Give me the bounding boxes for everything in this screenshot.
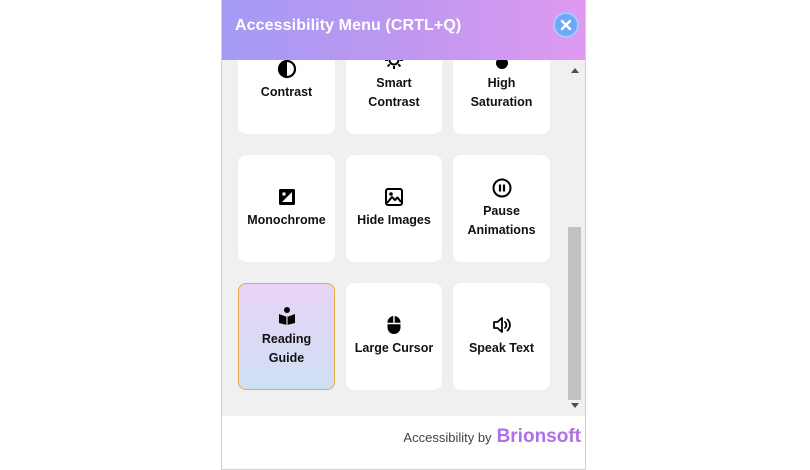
tile-label: Smart Contrast — [368, 75, 420, 109]
footer-credit: Accessibility by Brionsoft — [403, 426, 581, 448]
brand-link[interactable]: Brionsoft — [497, 426, 581, 448]
tile-label: Monochrome — [247, 213, 326, 227]
accessibility-panel: Accessibility Menu (CRTL+Q) Contrast Sma… — [221, 0, 586, 470]
tile-smart-contrast[interactable]: Smart Contrast — [346, 60, 442, 134]
tile-label: Hide Images — [357, 213, 431, 227]
tile-label: High Saturation — [470, 75, 533, 109]
panel-footer: Accessibility by Brionsoft — [222, 416, 585, 469]
tile-label: Reading Guide — [261, 331, 312, 365]
reading-guide-icon — [278, 306, 295, 325]
tile-large-cursor[interactable]: Large Cursor — [346, 283, 442, 390]
scrollbar[interactable] — [567, 60, 585, 416]
tile-pause-animations[interactable]: Pause Animations — [453, 155, 550, 262]
scroll-up-arrow-icon[interactable] — [571, 68, 579, 73]
image-icon — [385, 188, 403, 206]
speaker-icon — [492, 317, 511, 333]
scroll-down-arrow-icon[interactable] — [571, 403, 579, 408]
tile-label: Speak Text — [468, 341, 535, 355]
monochrome-icon — [278, 189, 295, 205]
tile-label: Contrast — [260, 85, 313, 99]
tile-high-saturation[interactable]: High Saturation — [453, 60, 550, 134]
tile-contrast[interactable]: Contrast — [238, 60, 335, 134]
tile-reading-guide[interactable]: Reading Guide — [238, 283, 335, 390]
tools-scroll-area: Contrast Smart Contrast High Saturation — [222, 60, 566, 416]
tile-hide-images[interactable]: Hide Images — [346, 155, 442, 262]
pause-icon — [492, 178, 511, 197]
tile-label: Pause Animations — [467, 203, 536, 237]
panel-title: Accessibility Menu (CRTL+Q) — [235, 17, 462, 34]
tile-monochrome[interactable]: Monochrome — [238, 155, 335, 262]
mouse-icon — [387, 316, 401, 334]
tile-label: Large Cursor — [354, 341, 434, 355]
saturation-icon — [495, 60, 508, 69]
contrast-icon — [277, 60, 296, 79]
footer-prefix: Accessibility by — [403, 430, 492, 445]
panel-header: Accessibility Menu (CRTL+Q) — [222, 0, 585, 60]
close-icon — [560, 19, 572, 31]
scrollbar-thumb[interactable] — [568, 227, 581, 400]
smart-contrast-icon — [385, 60, 403, 69]
tools-grid: Contrast Smart Contrast High Saturation — [238, 60, 550, 390]
tile-speak-text[interactable]: Speak Text — [453, 283, 550, 390]
close-button[interactable] — [553, 12, 579, 38]
